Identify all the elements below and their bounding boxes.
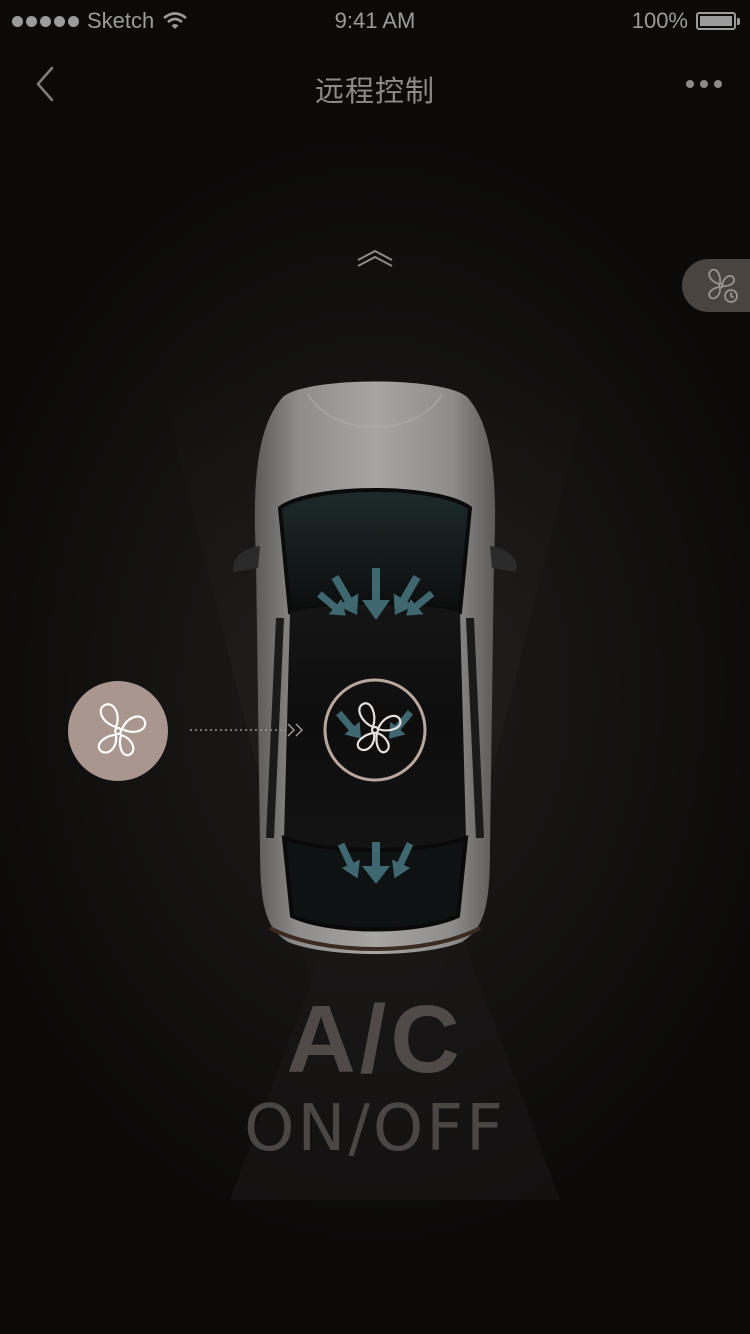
fan-button[interactable] [68,681,168,781]
ac-toggle-label[interactable]: ON/OFF [0,1092,750,1166]
status-bar: Sketch 9:41 AM 100% [0,0,750,40]
ac-label: A/C [286,986,464,1093]
battery-percent: 100% [631,8,688,33]
fan-timer-icon [708,268,738,303]
fan-schedule-button[interactable] [682,259,750,312]
battery-fill [700,16,732,26]
fan-connector-line [190,723,304,737]
double-chevron-up-icon[interactable] [355,248,395,268]
status-right: 100% [631,8,740,34]
more-button[interactable] [686,80,722,88]
page-title: 远程控制 [314,76,435,108]
more-dots-icon [686,80,694,88]
fan-icon [97,703,147,757]
nav-bar: 远程控制 [0,50,750,120]
battery-icon [696,12,740,30]
car-top-view [233,381,517,954]
screen: Sketch 9:41 AM 100% 远程控制 A/C ON/OFF [0,0,750,1334]
